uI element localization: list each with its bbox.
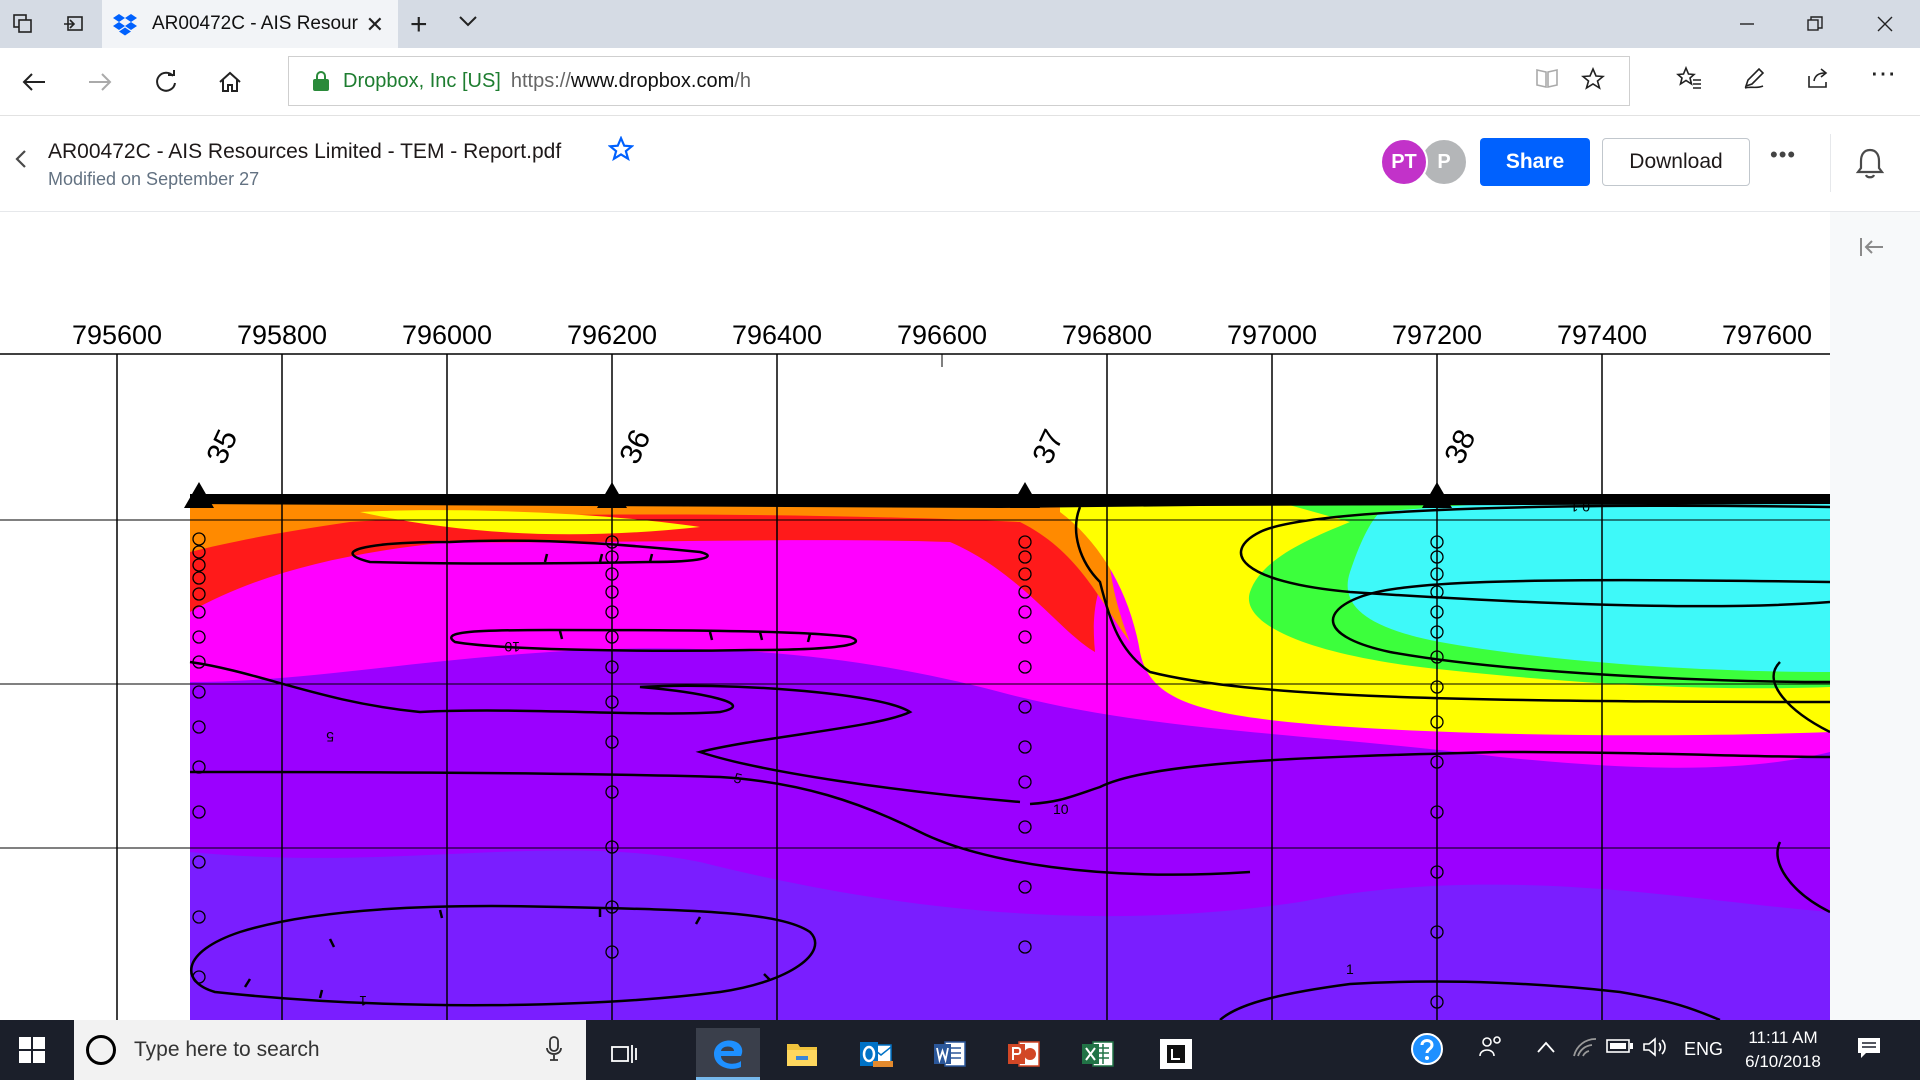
forward-arrow-icon[interactable] [80, 64, 120, 100]
x-tick-label: 797000 [1227, 320, 1317, 350]
x-tick-label: 796200 [567, 320, 657, 350]
task-view-icon[interactable] [592, 1028, 656, 1080]
collapse-panel-icon[interactable] [1858, 234, 1886, 265]
download-button[interactable]: Download [1602, 138, 1750, 186]
dropbox-favicon-icon [113, 14, 137, 36]
edge-browser-icon[interactable] [696, 1028, 760, 1080]
contour-label: 10 [504, 639, 520, 655]
x-tick-label: 795600 [72, 320, 162, 350]
more-actions-icon[interactable]: ••• [1770, 142, 1796, 168]
back-arrow-icon[interactable] [14, 64, 54, 100]
contour-label: 1 [1346, 961, 1354, 977]
x-tick-label: 797600 [1722, 320, 1812, 350]
x-tick-label: 796400 [732, 320, 822, 350]
close-tab-icon[interactable]: ✕ [366, 12, 384, 38]
address-bar-row: Dropbox, Inc [US] https://www.dropbox.co… [0, 48, 1920, 116]
favorite-star-icon[interactable] [1580, 66, 1606, 97]
help-icon[interactable] [1410, 1032, 1444, 1071]
pen-notes-icon[interactable] [1742, 66, 1766, 97]
reading-view-icon[interactable] [1535, 67, 1559, 95]
address-field[interactable]: Dropbox, Inc [US] https://www.dropbox.co… [288, 56, 1630, 106]
search-placeholder: Type here to search [134, 1038, 320, 1061]
contour-label: 1 [359, 993, 367, 1009]
windows-start-icon[interactable] [18, 1036, 46, 1064]
x-tick-label: 796600 [897, 320, 987, 350]
certificate-owner[interactable]: Dropbox, Inc [US] [343, 70, 501, 93]
app-tile-icon[interactable] [1144, 1028, 1208, 1080]
x-tick-label: 797200 [1392, 320, 1482, 350]
favorites-hub-icon[interactable] [1676, 65, 1702, 97]
clock-date: 6/10/2018 [1745, 1052, 1821, 1071]
new-tab-icon[interactable]: + [410, 8, 428, 42]
contour-label: 10 [1053, 801, 1069, 817]
refresh-icon[interactable] [146, 64, 186, 100]
modified-date: Modified on September 27 [48, 169, 260, 189]
outlook-icon[interactable] [844, 1028, 908, 1080]
browser-title-bar: AR00472C - AIS Resour ✕ + [0, 0, 1920, 48]
x-tick-label: 796800 [1062, 320, 1152, 350]
side-panel [1830, 212, 1920, 1020]
url-text: https://www.dropbox.com/h [510, 69, 751, 92]
contour-label: 0.1 [1570, 499, 1590, 515]
bell-icon[interactable] [1850, 144, 1890, 184]
clock-time: 11:11 AM [1748, 1028, 1818, 1047]
resistivity-section [190, 494, 1830, 1020]
action-center-icon[interactable] [1856, 1036, 1882, 1065]
pdf-viewer[interactable]: 35 36 37 38 10 5 5 10 1 1 0.1 795600 795… [0, 212, 1830, 1020]
file-title: AR00472C - AIS Resources Limited - TEM -… [48, 140, 562, 163]
tab-actions-icon[interactable] [8, 10, 38, 38]
plot-header-area [0, 212, 1830, 494]
file-explorer-icon[interactable] [770, 1028, 834, 1080]
lock-icon [313, 71, 329, 91]
x-tick-label: 797400 [1557, 320, 1647, 350]
share-button[interactable]: Share [1480, 138, 1590, 186]
windows-taskbar: Type here to search ENG 11:11 AM 6/10/20… [0, 1020, 1920, 1080]
people-icon[interactable] [1478, 1034, 1504, 1065]
star-icon[interactable] [607, 135, 635, 169]
taskbar-search[interactable]: Type here to search [74, 1020, 586, 1080]
chevron-down-icon[interactable] [458, 12, 478, 33]
powerpoint-icon[interactable] [992, 1028, 1056, 1080]
battery-icon[interactable] [1606, 1038, 1634, 1059]
left-margin [0, 494, 190, 1020]
active-tab[interactable]: AR00472C - AIS Resour ✕ [102, 0, 398, 48]
chevron-up-icon[interactable] [1536, 1038, 1556, 1059]
tem-section-page: 35 36 37 38 10 5 5 10 1 1 0.1 795600 795… [0, 212, 1830, 1020]
set-aside-tabs-icon[interactable] [58, 10, 88, 38]
word-icon[interactable] [918, 1028, 982, 1080]
restore-icon[interactable] [1792, 8, 1838, 40]
home-icon[interactable] [210, 64, 250, 100]
system-clock[interactable]: 11:11 AM 6/10/2018 [1728, 1026, 1838, 1074]
file-header: AR00472C - AIS Resources Limited - TEM -… [0, 116, 1920, 212]
minimize-icon[interactable] [1724, 8, 1770, 40]
contour-label: 5 [326, 729, 334, 745]
cortana-icon [86, 1035, 116, 1065]
more-options-icon[interactable]: ⋯ [1870, 58, 1896, 89]
back-chevron-icon[interactable] [14, 146, 28, 177]
x-tick-label: 795800 [237, 320, 327, 350]
tab-title: AR00472C - AIS Resour [152, 13, 358, 34]
volume-icon[interactable] [1642, 1036, 1668, 1063]
language-indicator[interactable]: ENG [1684, 1039, 1723, 1060]
wifi-icon[interactable] [1572, 1036, 1598, 1063]
close-window-icon[interactable] [1862, 8, 1908, 40]
header-divider [1830, 134, 1831, 192]
share-page-icon[interactable] [1806, 66, 1830, 97]
microphone-icon[interactable] [546, 1036, 562, 1068]
excel-icon[interactable] [1066, 1028, 1130, 1080]
avatar[interactable]: PT [1380, 138, 1428, 186]
x-tick-label: 796000 [402, 320, 492, 350]
